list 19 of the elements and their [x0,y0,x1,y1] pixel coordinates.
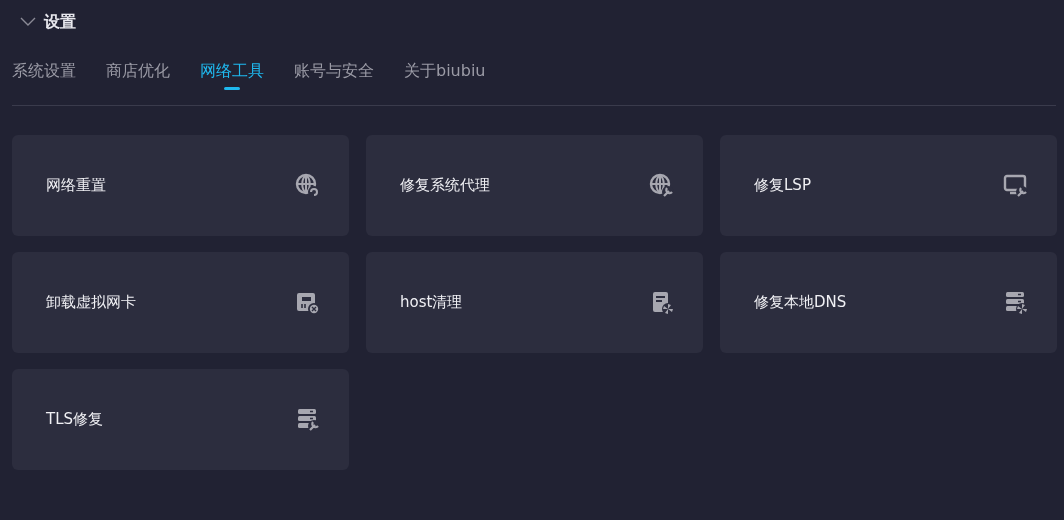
tab[interactable]: 账号与安全 [294,51,374,91]
tab[interactable]: 商店优化 [106,51,170,91]
server-icon [295,406,321,433]
tool-button[interactable]: 卸载虚拟网卡 [12,252,349,353]
globe-icon [649,172,675,199]
chevron-icon[interactable] [20,17,36,27]
server-icon [1003,289,1029,316]
tool-button[interactable]: host清理 [366,252,703,353]
tool-button[interactable]: 修复系统代理 [366,135,703,236]
section-title: 设置 [44,11,76,33]
tool-button[interactable]: 修复本地DNS [720,252,1057,353]
tool-button[interactable]: 修复LSP [720,135,1057,236]
tab[interactable]: 网络工具 [200,51,264,91]
tab[interactable]: 关于biubiu [404,51,486,91]
tool-button[interactable]: 网络重置 [12,135,349,236]
globe-icon [295,172,321,199]
tab[interactable]: 系统设置 [12,51,76,91]
monitor-icon [1003,172,1029,199]
tool-button[interactable]: TLS修复 [12,369,349,470]
